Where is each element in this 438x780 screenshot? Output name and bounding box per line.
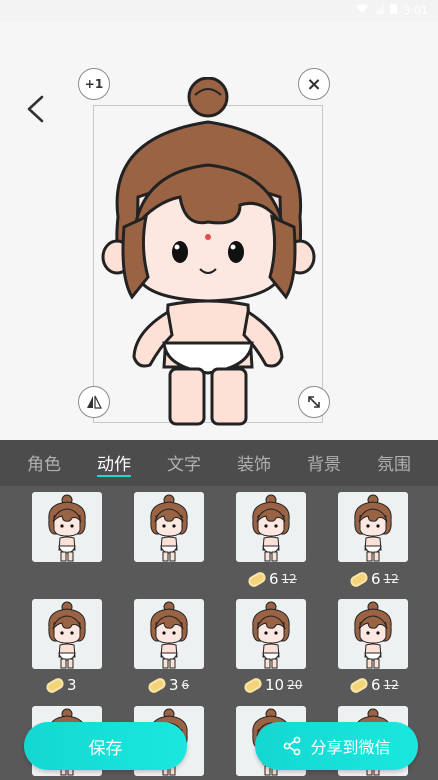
editor-canvas: +1 × [0, 22, 438, 440]
price-value: 6 [371, 570, 381, 588]
original-price: 6 [181, 678, 190, 692]
price-tag: 6 12 [348, 675, 399, 695]
price-value: 6 [371, 676, 381, 694]
action-tile[interactable] [32, 492, 102, 562]
signal-icon [374, 3, 385, 17]
delete-handle[interactable]: × [298, 68, 330, 100]
price-tag: 3 6 [146, 675, 190, 695]
original-price: 20 [287, 678, 303, 692]
price-value: 10 [265, 676, 285, 694]
status-icons: 3:01 [356, 3, 428, 17]
action-tile[interactable] [134, 492, 204, 562]
original-price: 12 [281, 572, 297, 586]
flip-icon [87, 395, 102, 409]
save-label: 保存 [88, 738, 123, 759]
category-tabbar: 角色 动作 文字 装饰 背景 氛围 [0, 440, 438, 486]
save-button[interactable]: 保存 [24, 722, 187, 770]
share-label: 分享到微信 [310, 738, 391, 757]
action-tile[interactable] [338, 492, 408, 562]
tab-background[interactable]: 背景 [307, 450, 341, 475]
coin-icon [146, 675, 168, 695]
action-tile[interactable] [32, 599, 102, 669]
coin-icon [348, 675, 370, 695]
character-figure[interactable] [90, 77, 325, 432]
action-tile[interactable] [236, 492, 306, 562]
tab-decoration[interactable]: 装饰 [237, 450, 271, 475]
price-tag: 6 12 [246, 569, 297, 589]
action-tile[interactable] [236, 599, 306, 669]
wifi-icon [356, 3, 369, 17]
active-tab-indicator [97, 475, 131, 477]
price-tag: 6 12 [348, 569, 399, 589]
price-value: 6 [269, 570, 279, 588]
price-tag: 3 [44, 675, 77, 695]
original-price: 12 [383, 678, 399, 692]
resize-icon [308, 396, 320, 408]
back-button[interactable] [18, 92, 52, 126]
tab-atmosphere[interactable]: 氛围 [377, 450, 411, 475]
status-time: 3:01 [403, 3, 428, 17]
duplicate-label: +1 [84, 77, 104, 91]
coin-icon [44, 675, 66, 695]
coin-icon [242, 675, 264, 695]
price-value: 3 [169, 676, 179, 694]
coin-icon [348, 569, 370, 589]
action-tile[interactable] [134, 599, 204, 669]
price-tag: 10 20 [242, 675, 303, 695]
price-value: 3 [67, 676, 77, 694]
share-wechat-button[interactable]: 分享到微信 [255, 722, 418, 770]
bottom-bar: 保存 分享到微信 [0, 710, 438, 780]
battery-icon [390, 3, 398, 17]
action-tile[interactable] [338, 599, 408, 669]
tab-action[interactable]: 动作 [97, 450, 131, 475]
tab-role[interactable]: 角色 [27, 450, 61, 475]
chevron-left-icon [27, 95, 44, 123]
original-price: 12 [383, 572, 399, 586]
share-icon [284, 736, 301, 756]
status-bar: 3:01 [0, 0, 438, 22]
tab-text[interactable]: 文字 [167, 450, 201, 475]
flip-handle[interactable] [78, 386, 110, 418]
duplicate-handle[interactable]: +1 [78, 68, 110, 100]
resize-handle[interactable] [298, 386, 330, 418]
coin-icon [246, 569, 268, 589]
close-icon: × [306, 73, 322, 95]
